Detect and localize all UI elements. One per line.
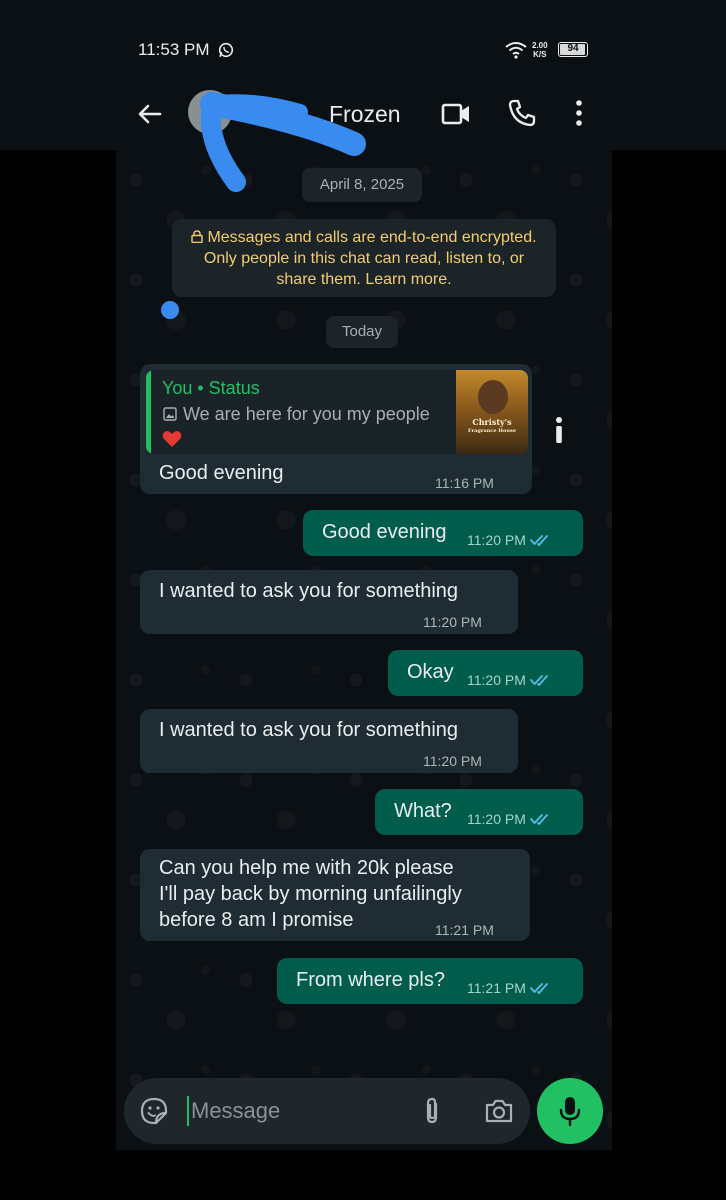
message-text: I wanted to ask you for something [159, 580, 459, 602]
whatsapp-icon [218, 42, 234, 58]
thumbnail-title: Christy's [472, 417, 512, 427]
quote-title: You • Status [162, 378, 260, 398]
message-text: What? [394, 800, 452, 822]
today-chip: Today [326, 316, 398, 348]
battery-icon: 94 [558, 42, 588, 57]
message-bubble-incoming[interactable]: You • Status We are here for you my peop… [140, 364, 532, 494]
video-call-icon[interactable] [440, 100, 472, 128]
contact-avatar[interactable] [188, 90, 232, 134]
microphone-icon [559, 1097, 581, 1127]
date-chip: April 8, 2025 [302, 168, 422, 202]
more-options-icon[interactable] [568, 98, 590, 128]
message-bubble-outgoing[interactable]: Good evening 11:20 PM [303, 510, 583, 556]
read-ticks-icon [529, 675, 548, 686]
status-thumbnail: Christy's Fragrance House [456, 370, 528, 454]
message-text: I wanted to ask you for something [159, 719, 459, 741]
status-bar: 11:53 PM 2.00 K/S 94 [0, 0, 726, 82]
sticker-emoji-icon[interactable] [140, 1097, 168, 1125]
battery-level: 94 [567, 43, 579, 54]
message-bubble-outgoing[interactable]: From where pls? 11:21 PM [277, 958, 583, 1004]
thumbnail-portrait [478, 380, 508, 414]
message-bubble-incoming[interactable]: I wanted to ask you for something 11:20 … [140, 570, 518, 634]
bottom-bar [0, 1150, 726, 1200]
network-speed-value: 2.00 [532, 41, 548, 50]
message-time: 11:20 PM [467, 672, 552, 688]
read-ticks-icon [529, 814, 548, 825]
message-time: 11:20 PM [467, 811, 552, 827]
status-time: 11:53 PM [138, 40, 210, 59]
image-icon [163, 407, 177, 421]
camera-icon[interactable] [484, 1097, 514, 1125]
lock-icon [191, 230, 204, 243]
encryption-text: Messages and calls are end-to-end encryp… [203, 229, 537, 288]
message-text: Good evening [322, 521, 447, 543]
chat-header: Frozen [0, 82, 726, 150]
wifi-icon [505, 42, 527, 59]
message-time: 11:20 PM [423, 614, 482, 630]
voice-message-button[interactable] [537, 1078, 603, 1144]
message-time: 11:20 PM [423, 753, 482, 769]
message-time-text: 11:21 PM [467, 980, 526, 996]
message-time: 11:20 PM [467, 532, 552, 548]
message-time-text: 11:20 PM [467, 811, 526, 827]
message-time: 11:16 PM [435, 475, 494, 491]
red-heart-emoji [162, 431, 182, 447]
attachment-icon[interactable] [421, 1096, 443, 1126]
annotation-dot [161, 301, 179, 319]
message-composer [124, 1078, 530, 1144]
message-input[interactable] [191, 1090, 411, 1132]
message-bubble-incoming[interactable]: Can you help me with 20k please I'll pay… [140, 849, 530, 941]
text-cursor [187, 1096, 189, 1126]
message-text: From where pls? [296, 969, 445, 991]
contact-name[interactable]: Frozen [329, 101, 401, 128]
info-icon[interactable] [553, 416, 565, 444]
network-speed: 2.00 K/S [532, 41, 548, 59]
network-speed-unit: K/S [533, 50, 547, 59]
quoted-status[interactable]: You • Status We are here for you my peop… [146, 370, 528, 454]
encryption-notice[interactable]: Messages and calls are end-to-end encryp… [172, 219, 556, 297]
back-arrow-icon[interactable] [134, 98, 166, 130]
message-text-line: before 8 am I promise [159, 909, 354, 931]
quote-text: We are here for you my people [183, 404, 430, 424]
message-time-text: 11:20 PM [467, 672, 526, 688]
message-time: 11:21 PM [435, 922, 494, 938]
message-bubble-outgoing[interactable]: Okay 11:20 PM [388, 650, 583, 696]
message-time-text: 11:20 PM [467, 532, 526, 548]
read-ticks-icon [529, 535, 548, 546]
message-text: Good evening [159, 462, 284, 484]
message-text: Okay [407, 661, 454, 683]
message-bubble-outgoing[interactable]: What? 11:20 PM [375, 789, 583, 835]
read-ticks-icon [529, 983, 548, 994]
message-text-line: I'll pay back by morning unfailingly [159, 883, 462, 905]
message-bubble-incoming[interactable]: I wanted to ask you for something 11:20 … [140, 709, 518, 773]
message-text-line: Can you help me with 20k please [159, 857, 454, 879]
message-time: 11:21 PM [467, 980, 552, 996]
quote-accent-bar [146, 370, 151, 454]
thumbnail-label: Christy's Fragrance House [462, 418, 522, 436]
phone-icon[interactable] [507, 98, 537, 128]
thumbnail-subtitle: Fragrance House [468, 428, 516, 434]
